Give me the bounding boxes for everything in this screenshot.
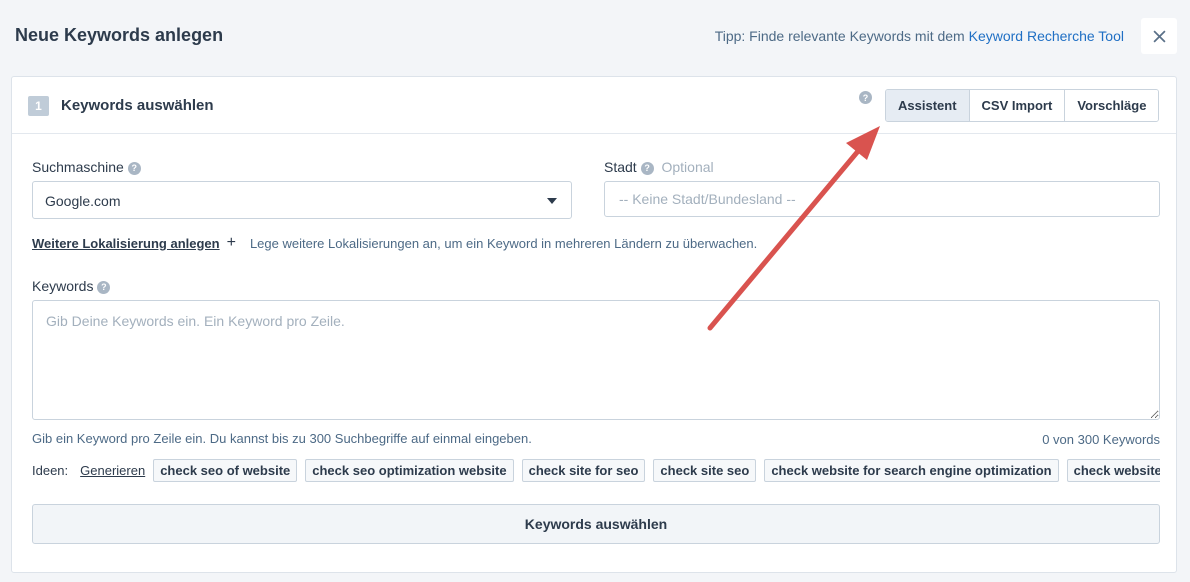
ideas-row: Ideen: Generieren check seo of website c… [32, 458, 1160, 482]
idea-chip[interactable]: check seo of website [153, 458, 298, 482]
plus-icon[interactable]: + [227, 235, 236, 251]
search-engine-select[interactable]: Google.com [32, 181, 572, 219]
top-bar: Neue Keywords anlegen Tipp: Finde releva… [0, 0, 1190, 72]
card-header: 1 Keywords auswählen ? Assistent CSV Imp… [12, 77, 1176, 134]
keywords-hint: Gib ein Keyword pro Zeile ein. Du kannst… [32, 431, 532, 446]
search-engine-label: Suchmaschine ? [32, 159, 141, 175]
search-engine-label-text: Suchmaschine [32, 159, 124, 175]
close-button[interactable] [1141, 18, 1177, 54]
generate-link[interactable]: Generieren [80, 463, 145, 478]
help-icon[interactable]: ? [97, 280, 111, 294]
tip-prefix: Tipp: Finde relevante Keywords mit dem [714, 28, 965, 44]
idea-chip[interactable]: check site for seo [521, 458, 646, 482]
keyword-card: 1 Keywords auswählen ? Assistent CSV Imp… [11, 76, 1177, 573]
step-number: 1 [28, 96, 49, 116]
tip-text: Tipp: Finde relevante Keywords mit dem K… [715, 28, 1124, 44]
keywords-label-text: Keywords [32, 278, 94, 294]
city-label: Stadt ? Optional [604, 159, 714, 175]
chevron-down-icon [547, 198, 557, 204]
select-keywords-button[interactable]: Keywords auswählen [32, 504, 1160, 544]
localization-row: Weitere Lokalisierung anlegen + Lege wei… [32, 235, 757, 251]
city-label-text: Stadt [604, 159, 637, 175]
tab-assistent[interactable]: Assistent [886, 90, 969, 121]
add-localization-link[interactable]: Weitere Lokalisierung anlegen [32, 236, 220, 251]
mode-tabs: Assistent CSV Import Vorschläge [885, 89, 1160, 122]
keywords-counter: 0 von 300 Keywords [1042, 432, 1160, 447]
page-title: Neue Keywords anlegen [15, 25, 224, 45]
tab-csv-import[interactable]: CSV Import [968, 90, 1065, 121]
search-engine-value: Google.com [45, 193, 121, 209]
help-icon[interactable]: ? [640, 161, 654, 175]
help-icon[interactable]: ? [859, 91, 872, 104]
idea-chip[interactable]: check site seo [653, 458, 757, 482]
keywords-label: Keywords ? [32, 278, 111, 294]
idea-chip[interactable]: check seo optimization website [305, 458, 514, 482]
help-icon[interactable]: ? [127, 161, 141, 175]
card-title: Keywords auswählen [61, 97, 214, 114]
idea-chip[interactable]: check website seo [1066, 458, 1160, 482]
city-optional: Optional [661, 159, 714, 175]
ideas-label: Ideen: [32, 462, 69, 478]
idea-chip[interactable]: check website for search engine optimiza… [764, 458, 1059, 482]
localization-hint: Lege weitere Lokalisierungen an, um ein … [249, 235, 758, 251]
close-icon [1152, 29, 1166, 43]
tab-vorschlaege[interactable]: Vorschläge [1064, 90, 1159, 121]
city-input[interactable] [604, 181, 1160, 217]
keywords-textarea[interactable] [32, 300, 1160, 420]
keyword-research-tool-link[interactable]: Keyword Recherche Tool [969, 28, 1124, 44]
